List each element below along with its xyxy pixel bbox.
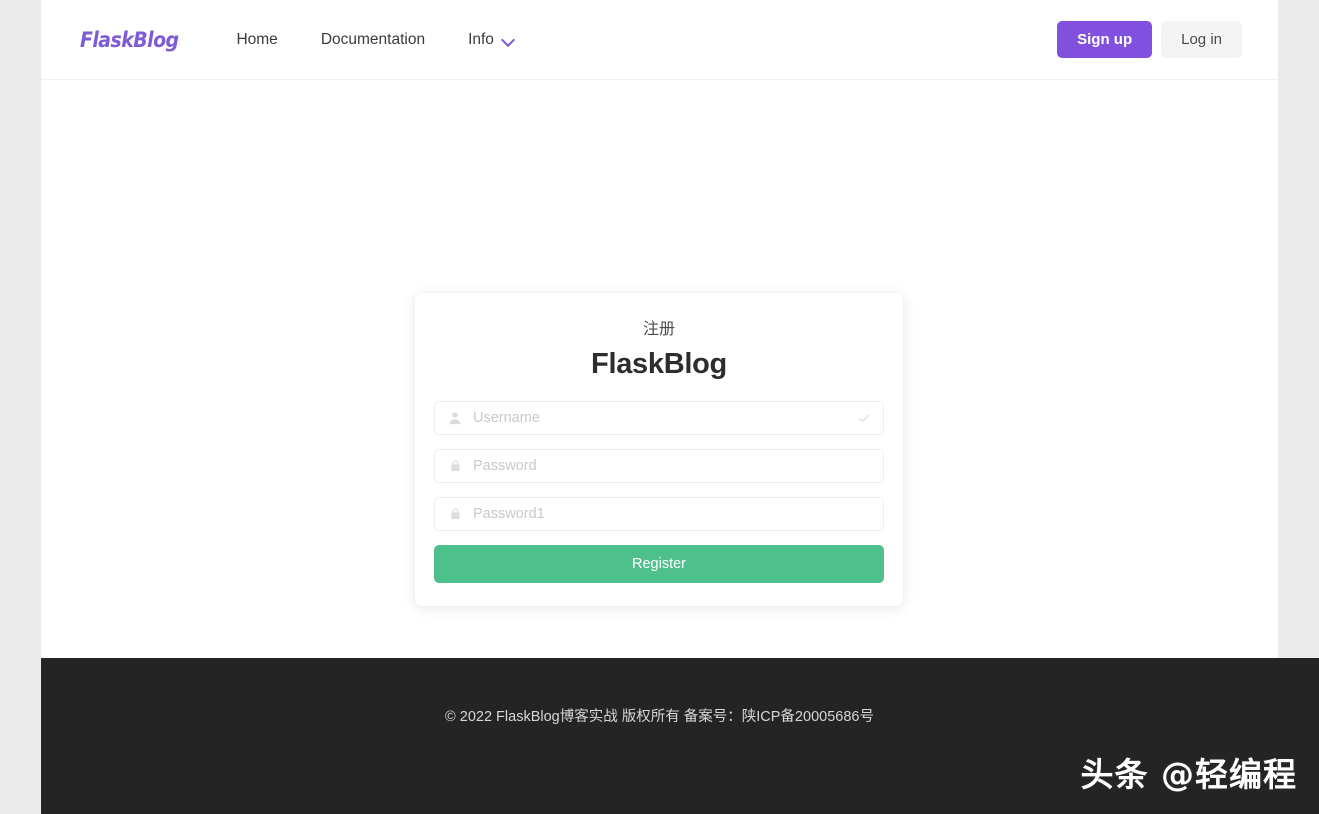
register-card: 注册 FlaskBlog Username Register [415,293,903,606]
navbar: FlaskBlog Home Documentation Info Sign u… [41,0,1278,80]
nav-link-documentation-label: Documentation [320,30,426,48]
password-field-wrapper [434,448,884,483]
brand-logo[interactable]: FlaskBlog [80,28,179,52]
footer-copyright: © 2022 FlaskBlog博客实战 版权所有 备案号：陕ICP备20005… [445,709,874,725]
register-button[interactable]: Register [434,544,884,583]
navbar-actions: Sign up Log in [1057,21,1242,58]
nav-link-home-label: Home [236,30,278,48]
nav-links: Home Documentation Info [236,25,513,55]
main-content: 注册 FlaskBlog Username Register [41,80,1278,657]
login-button[interactable]: Log in [1161,21,1242,58]
username-field-wrapper [434,400,884,435]
card-title: FlaskBlog [591,347,727,380]
password-confirm-input[interactable] [435,497,883,530]
nav-link-documentation[interactable]: Documentation [321,25,425,55]
lock-icon [448,459,462,473]
nav-link-info-label: Info [468,30,494,48]
password-input[interactable] [435,449,883,482]
card-subtitle: 注册 [642,321,675,338]
check-icon [857,411,871,425]
nav-link-home[interactable]: Home [236,25,277,55]
watermark: 头条 @轻编程 [1080,755,1297,794]
site-content: FlaskBlog Home Documentation Info Sign u… [41,0,1278,658]
lock-icon [448,507,462,521]
password-confirm-field-wrapper [434,496,884,531]
user-icon [448,411,462,425]
chevron-down-icon [503,34,514,45]
nav-link-info[interactable]: Info [468,25,514,55]
username-input[interactable] [435,401,883,434]
signup-button[interactable]: Sign up [1057,21,1153,58]
page-root: FlaskBlog Home Documentation Info Sign u… [0,0,1319,814]
